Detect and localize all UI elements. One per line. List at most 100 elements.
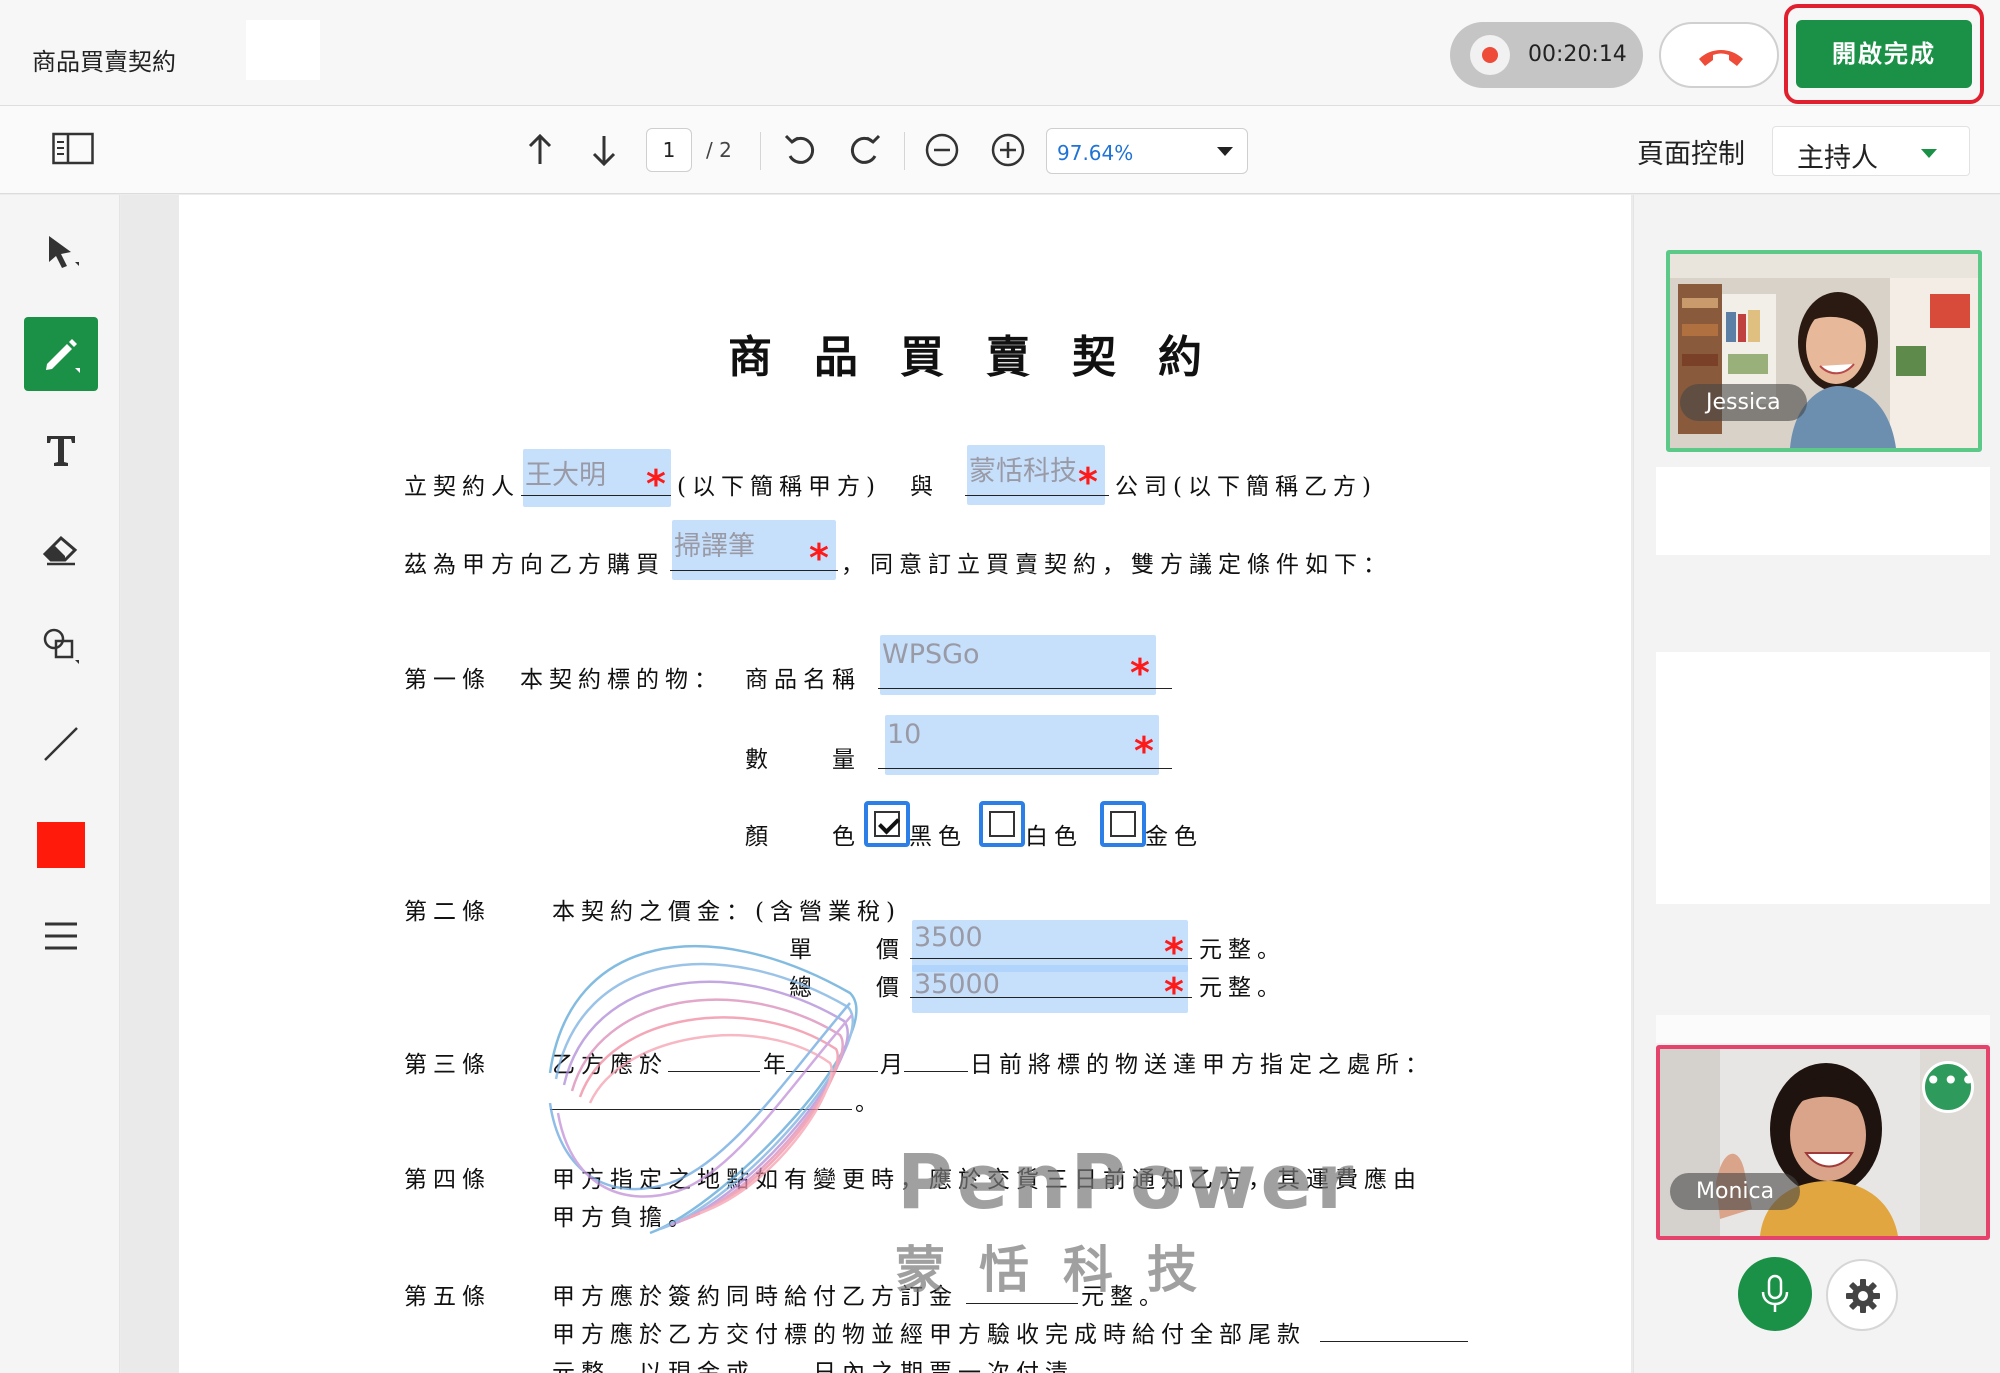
- select-tool-button[interactable]: [24, 215, 98, 289]
- top-bar: 商品買賣契約 00:20:14 開啟完成: [0, 0, 2000, 106]
- fill-line: [910, 958, 1192, 959]
- toolbar-separator: [760, 132, 761, 170]
- text-line: 茲為甲方向乙方購買: [404, 552, 665, 578]
- field-value: 35000: [914, 969, 1000, 1000]
- fill-line: [878, 688, 1172, 689]
- more-tools-button[interactable]: [24, 899, 98, 973]
- settings-button[interactable]: [1826, 1259, 1898, 1331]
- article-1-label: 第一條 本契約標的物：: [404, 667, 723, 693]
- field-value: 蒙恬科技: [969, 456, 1077, 487]
- role-value: 主持人: [1797, 143, 1878, 174]
- text-line: (以下簡稱甲方) 與: [677, 474, 939, 500]
- text-line: 公司(以下簡稱乙方): [1115, 474, 1377, 500]
- finish-button[interactable]: 開啟完成: [1796, 20, 1972, 88]
- fill-line: [904, 1071, 968, 1072]
- participant-name: Monica: [1670, 1173, 1801, 1210]
- fill-line: [910, 997, 1192, 998]
- video-tile-jessica[interactable]: Jessica: [1666, 250, 1982, 452]
- checkbox-color-gold[interactable]: [1100, 801, 1146, 847]
- zoom-value: 97.64%: [1057, 141, 1134, 165]
- previous-page-icon[interactable]: [522, 130, 562, 170]
- text-line: 立契約人: [404, 474, 520, 500]
- required-marker: *: [809, 536, 829, 580]
- line-tool-button[interactable]: [24, 707, 98, 781]
- chevron-down-icon: [1217, 147, 1233, 156]
- page-number-input[interactable]: 1: [646, 128, 692, 172]
- field-value: 10: [887, 719, 922, 750]
- hang-up-button[interactable]: [1659, 22, 1779, 88]
- sidebar-toggle-icon[interactable]: [52, 130, 94, 170]
- shape-tool-button[interactable]: [24, 609, 98, 683]
- text-tool-button[interactable]: [24, 413, 98, 487]
- rotate-left-icon[interactable]: [780, 130, 820, 170]
- rotate-right-icon[interactable]: [845, 130, 885, 170]
- zoom-in-icon[interactable]: [988, 130, 1028, 170]
- annotation-toolbar: [0, 195, 120, 1373]
- article-2-label: 第二條: [404, 899, 491, 925]
- required-marker: *: [646, 462, 666, 506]
- page-control-label: 頁面控制: [1637, 139, 1745, 170]
- video-tile-monica[interactable]: Monica •••: [1656, 1045, 1990, 1240]
- yuan-suffix: 元整。: [1199, 975, 1286, 1001]
- quantity-label: 數 量: [745, 747, 861, 773]
- contract-title: 商品買賣契約: [728, 332, 1244, 383]
- participant-name: Jessica: [1680, 384, 1807, 421]
- pencil-icon: [46, 339, 80, 373]
- participants-panel: Jessica Monica •••: [1633, 195, 2000, 1373]
- text-line: 元整，以現金或 日內之期票一次付清。: [552, 1360, 1103, 1373]
- empty-participant-slot: [1656, 652, 1990, 904]
- more-options-icon[interactable]: •••: [1922, 1061, 1977, 1113]
- pointer-icon: [49, 236, 79, 268]
- color-option-label: 金色: [1145, 824, 1203, 850]
- article-4-label: 第四條: [404, 1167, 491, 1193]
- required-marker: *: [1078, 460, 1098, 504]
- field-value: WPSGo: [882, 639, 980, 670]
- color-option-label: 黑色: [909, 824, 967, 850]
- check-icon: [874, 811, 900, 837]
- shapes-icon: [43, 628, 79, 664]
- checkbox-color-black[interactable]: [864, 801, 910, 847]
- text-icon: [47, 436, 75, 466]
- field-total-price[interactable]: 35000: [912, 965, 1188, 1013]
- field-value: 3500: [914, 922, 983, 953]
- recording-timer[interactable]: 00:20:14: [1450, 22, 1643, 88]
- field-value: 王大明: [525, 460, 606, 491]
- fill-line: [878, 768, 1172, 769]
- field-product-name[interactable]: WPSGo: [880, 635, 1156, 695]
- zoom-out-icon[interactable]: [922, 130, 962, 170]
- watermark-name: PenPower: [897, 1137, 1358, 1226]
- article-5-label: 第五條: [404, 1284, 491, 1310]
- title-placeholder: [246, 20, 320, 80]
- text-line: 甲方應於乙方交付標的物並經甲方驗收完成時給付全部尾款: [552, 1322, 1306, 1348]
- next-page-icon[interactable]: [586, 130, 626, 170]
- toolbar-separator: [904, 132, 905, 170]
- timer-text: 00:20:14: [1528, 42, 1627, 67]
- text-line: 日前將標的物送達甲方指定之處所：: [970, 1052, 1434, 1078]
- color-swatch[interactable]: [37, 822, 85, 868]
- pen-tool-button[interactable]: [24, 317, 98, 391]
- required-marker: *: [1130, 651, 1150, 695]
- empty-participant-slot: [1656, 1015, 1990, 1043]
- microphone-button[interactable]: [1738, 1257, 1812, 1331]
- checkbox-color-white[interactable]: [979, 801, 1025, 847]
- record-dot-icon: [1482, 47, 1498, 63]
- menu-icon: [45, 922, 77, 950]
- microphone-icon: [1761, 1274, 1789, 1312]
- color-option-label: 白色: [1025, 824, 1083, 850]
- product-name-label: 商品名稱: [745, 667, 861, 693]
- text-line: ，同意訂立買賣契約，雙方議定條件如下：: [841, 552, 1392, 578]
- page-total: / 2: [706, 138, 732, 162]
- role-select[interactable]: 主持人: [1772, 126, 1970, 176]
- empty-participant-slot: [1656, 467, 1990, 555]
- required-marker: *: [1164, 970, 1184, 1014]
- eraser-tool-button[interactable]: [24, 511, 98, 585]
- record-indicator: [1470, 35, 1510, 75]
- zoom-select[interactable]: 97.64%: [1046, 128, 1248, 174]
- watermark-subtitle: 蒙恬科技: [895, 1241, 1231, 1299]
- field-value: 掃譯筆: [674, 531, 755, 562]
- field-quantity[interactable]: 10: [885, 715, 1159, 775]
- color-label: 顏 色: [745, 824, 861, 850]
- required-marker: *: [1134, 729, 1154, 773]
- fill-line: [966, 1303, 1078, 1304]
- eraser-icon: [42, 535, 78, 566]
